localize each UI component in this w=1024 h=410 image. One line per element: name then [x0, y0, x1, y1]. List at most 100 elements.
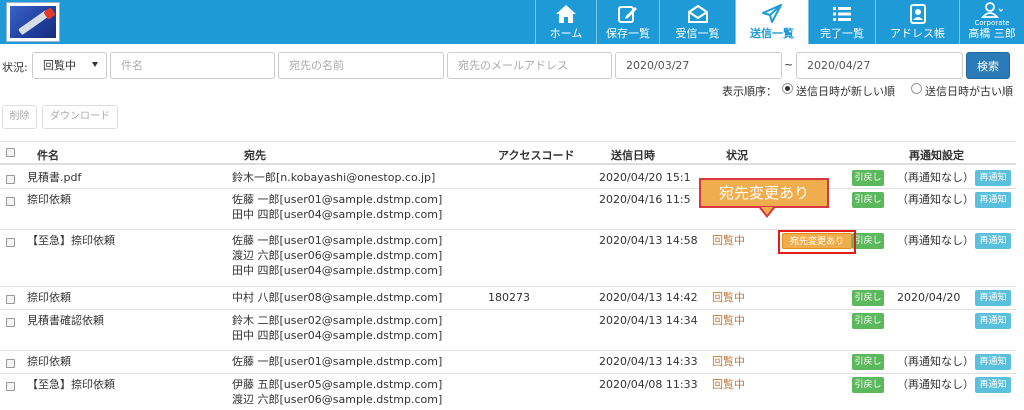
row-status: 回覧中 [712, 314, 745, 327]
nav-user-menu[interactable]: Corporate 高橋 三郎 [959, 0, 1024, 44]
search-button[interactable]: 検索 [966, 52, 1010, 79]
row-subject[interactable]: 見積書.pdf [27, 171, 81, 185]
sort-newest-radio[interactable] [782, 83, 793, 94]
nav-done-label: 完了一覧 [820, 27, 864, 40]
row-sent-at: 2020/04/20 15:1 [599, 171, 691, 184]
table-row[interactable]: 見積書確認依頼 鈴木 二郎[user02@sample.dstmp.com] 田中 … [0, 310, 1016, 351]
table-row[interactable]: 見積書.pdf 鈴木一郎[n.kobayashi@onestop.co.jp] 20… [0, 167, 1016, 189]
renotify-button[interactable]: 再通知 [975, 233, 1011, 249]
date-to-input[interactable] [796, 52, 963, 79]
delete-button[interactable]: 削除 [2, 105, 37, 129]
row-status: 回覧中 [712, 378, 745, 391]
nav-address-book[interactable]: アドレス帳 [875, 0, 959, 44]
col-sent-at[interactable]: 送信日時 [611, 147, 655, 163]
table-row[interactable]: 捺印依頼 中村 八郎[user08@sample.dstmp.com] 180273… [0, 287, 1016, 310]
row-renotify-setting: （再通知なし） [897, 355, 974, 368]
row-checkbox[interactable] [6, 318, 15, 327]
renotify-button[interactable]: 再通知 [975, 170, 1011, 186]
row-renotify-setting: （再通知なし） [897, 171, 974, 184]
top-header: ホーム 保存一覧 受信一覧 送信一覧 完了一覧 アドレス帳 Corporate … [0, 0, 1024, 44]
edit-icon [618, 6, 637, 23]
row-checkbox[interactable] [6, 359, 15, 368]
row-subject[interactable]: 見積書確認依頼 [27, 314, 104, 328]
callout-label: 宛先変更あり [699, 178, 829, 208]
address-book-icon [909, 4, 926, 24]
row-recipient: 佐藤 一郎[user01@sample.dstmp.com] [232, 355, 443, 368]
table-row[interactable]: 捺印依頼 佐藤 一郎[user01@sample.dstmp.com] 田中 四郎[… [0, 189, 1016, 230]
row-recipient: 田中 四郎[user04@sample.dstmp.com] [232, 329, 443, 342]
nav-sent[interactable]: 送信一覧 [735, 0, 808, 44]
table-row[interactable]: 【至急】捺印依頼 伊藤 五郎[user05@sample.dstmp.com] 渡辺… [0, 374, 1016, 410]
row-renotify-setting: 2020/04/20 [897, 291, 961, 304]
row-recipient: 伊藤 五郎[user05@sample.dstmp.com] [232, 378, 443, 391]
select-all-checkbox[interactable] [6, 148, 15, 157]
status-select[interactable]: 回覧中 [32, 52, 107, 79]
user-icon [981, 2, 1003, 18]
row-subject[interactable]: 捺印依頼 [27, 291, 71, 305]
row-recipient: 佐藤 一郎[user01@sample.dstmp.com] [232, 193, 443, 206]
renotify-button[interactable]: 再通知 [975, 377, 1011, 393]
col-status[interactable]: 状況 [726, 147, 748, 163]
col-subject[interactable]: 件名 [37, 147, 59, 163]
table-row[interactable]: 捺印依頼 佐藤 一郎[user01@sample.dstmp.com] 2020/0… [0, 351, 1016, 374]
nav-address-book-label: アドレス帳 [890, 27, 945, 40]
recall-button[interactable]: 引戻し [852, 290, 884, 306]
list-icon [833, 7, 851, 21]
sort-newest-label[interactable]: 送信日時が新しい順 [796, 83, 895, 99]
sort-order-label: 表示順序： [722, 85, 777, 98]
row-checkbox[interactable] [6, 197, 15, 206]
col-renotify[interactable]: 再通知設定 [909, 147, 964, 163]
row-recipient: 中村 八郎[user08@sample.dstmp.com] [232, 291, 443, 304]
recall-button[interactable]: 引戻し [852, 313, 884, 329]
nav-inbox[interactable]: 受信一覧 [659, 0, 735, 44]
nav-done[interactable]: 完了一覧 [808, 0, 875, 44]
recall-button[interactable]: 引戻し [852, 354, 884, 370]
user-name: 高橋 三郎 [968, 27, 1016, 40]
filter-bar: 状況: 回覧中 ~ 検索 [0, 52, 1024, 79]
recall-button[interactable]: 引戻し [852, 170, 884, 186]
row-subject[interactable]: 捺印依頼 [27, 355, 71, 369]
recipient-name-input[interactable] [278, 52, 444, 79]
row-checkbox[interactable] [6, 238, 15, 247]
sort-oldest-radio[interactable] [911, 83, 922, 94]
table-row[interactable]: 【至急】捺印依頼 佐藤 一郎[user01@sample.dstmp.com] 渡辺… [0, 230, 1016, 287]
row-checkbox[interactable] [6, 295, 15, 304]
col-recipient[interactable]: 宛先 [244, 147, 266, 163]
row-checkbox[interactable] [6, 382, 15, 391]
row-checkbox[interactable] [6, 175, 15, 184]
renotify-button[interactable]: 再通知 [975, 290, 1011, 306]
row-subject[interactable]: 捺印依頼 [27, 193, 71, 207]
app-logo[interactable] [6, 2, 60, 42]
row-subject[interactable]: 【至急】捺印依頼 [27, 234, 115, 248]
recall-button[interactable]: 引戻し [852, 377, 884, 393]
row-recipient: 佐藤 一郎[user01@sample.dstmp.com] [232, 234, 443, 247]
row-sent-at: 2020/04/13 14:33 [599, 355, 698, 368]
nav-inbox-label: 受信一覧 [675, 27, 720, 40]
nav-sent-label: 送信一覧 [750, 27, 794, 40]
nav-home[interactable]: ホーム [535, 0, 596, 44]
row-recipient: 鈴木 二郎[user02@sample.dstmp.com] [232, 314, 443, 327]
renotify-button[interactable]: 再通知 [975, 354, 1011, 370]
row-access-code: 180273 [488, 291, 530, 304]
row-sent-at: 2020/04/13 14:58 [599, 234, 698, 247]
date-from-input[interactable] [615, 52, 782, 79]
nav-saved[interactable]: 保存一覧 [596, 0, 659, 44]
download-button[interactable]: ダウンロード [42, 105, 118, 129]
chevron-down-icon [92, 62, 98, 67]
row-renotify-setting: （再通知なし） [897, 193, 974, 206]
status-select-value: 回覧中 [43, 59, 76, 72]
highlight-box [778, 230, 856, 254]
home-icon [556, 5, 576, 23]
renotify-button[interactable]: 再通知 [975, 313, 1011, 329]
recall-button[interactable]: 引戻し [852, 233, 884, 249]
col-access-code[interactable]: アクセスコード [498, 147, 574, 163]
recall-button[interactable]: 引戻し [852, 192, 884, 208]
subject-input[interactable] [110, 52, 275, 79]
recipient-email-input[interactable] [447, 52, 612, 79]
sort-oldest-label[interactable]: 送信日時が古い順 [925, 83, 1013, 99]
renotify-button[interactable]: 再通知 [975, 192, 1011, 208]
row-renotify-setting: （再通知なし） [897, 234, 974, 247]
row-recipient: 田中 四郎[user04@sample.dstmp.com] [232, 208, 443, 221]
row-subject[interactable]: 【至急】捺印依頼 [27, 378, 115, 392]
row-sent-at: 2020/04/08 11:33 [599, 378, 698, 391]
